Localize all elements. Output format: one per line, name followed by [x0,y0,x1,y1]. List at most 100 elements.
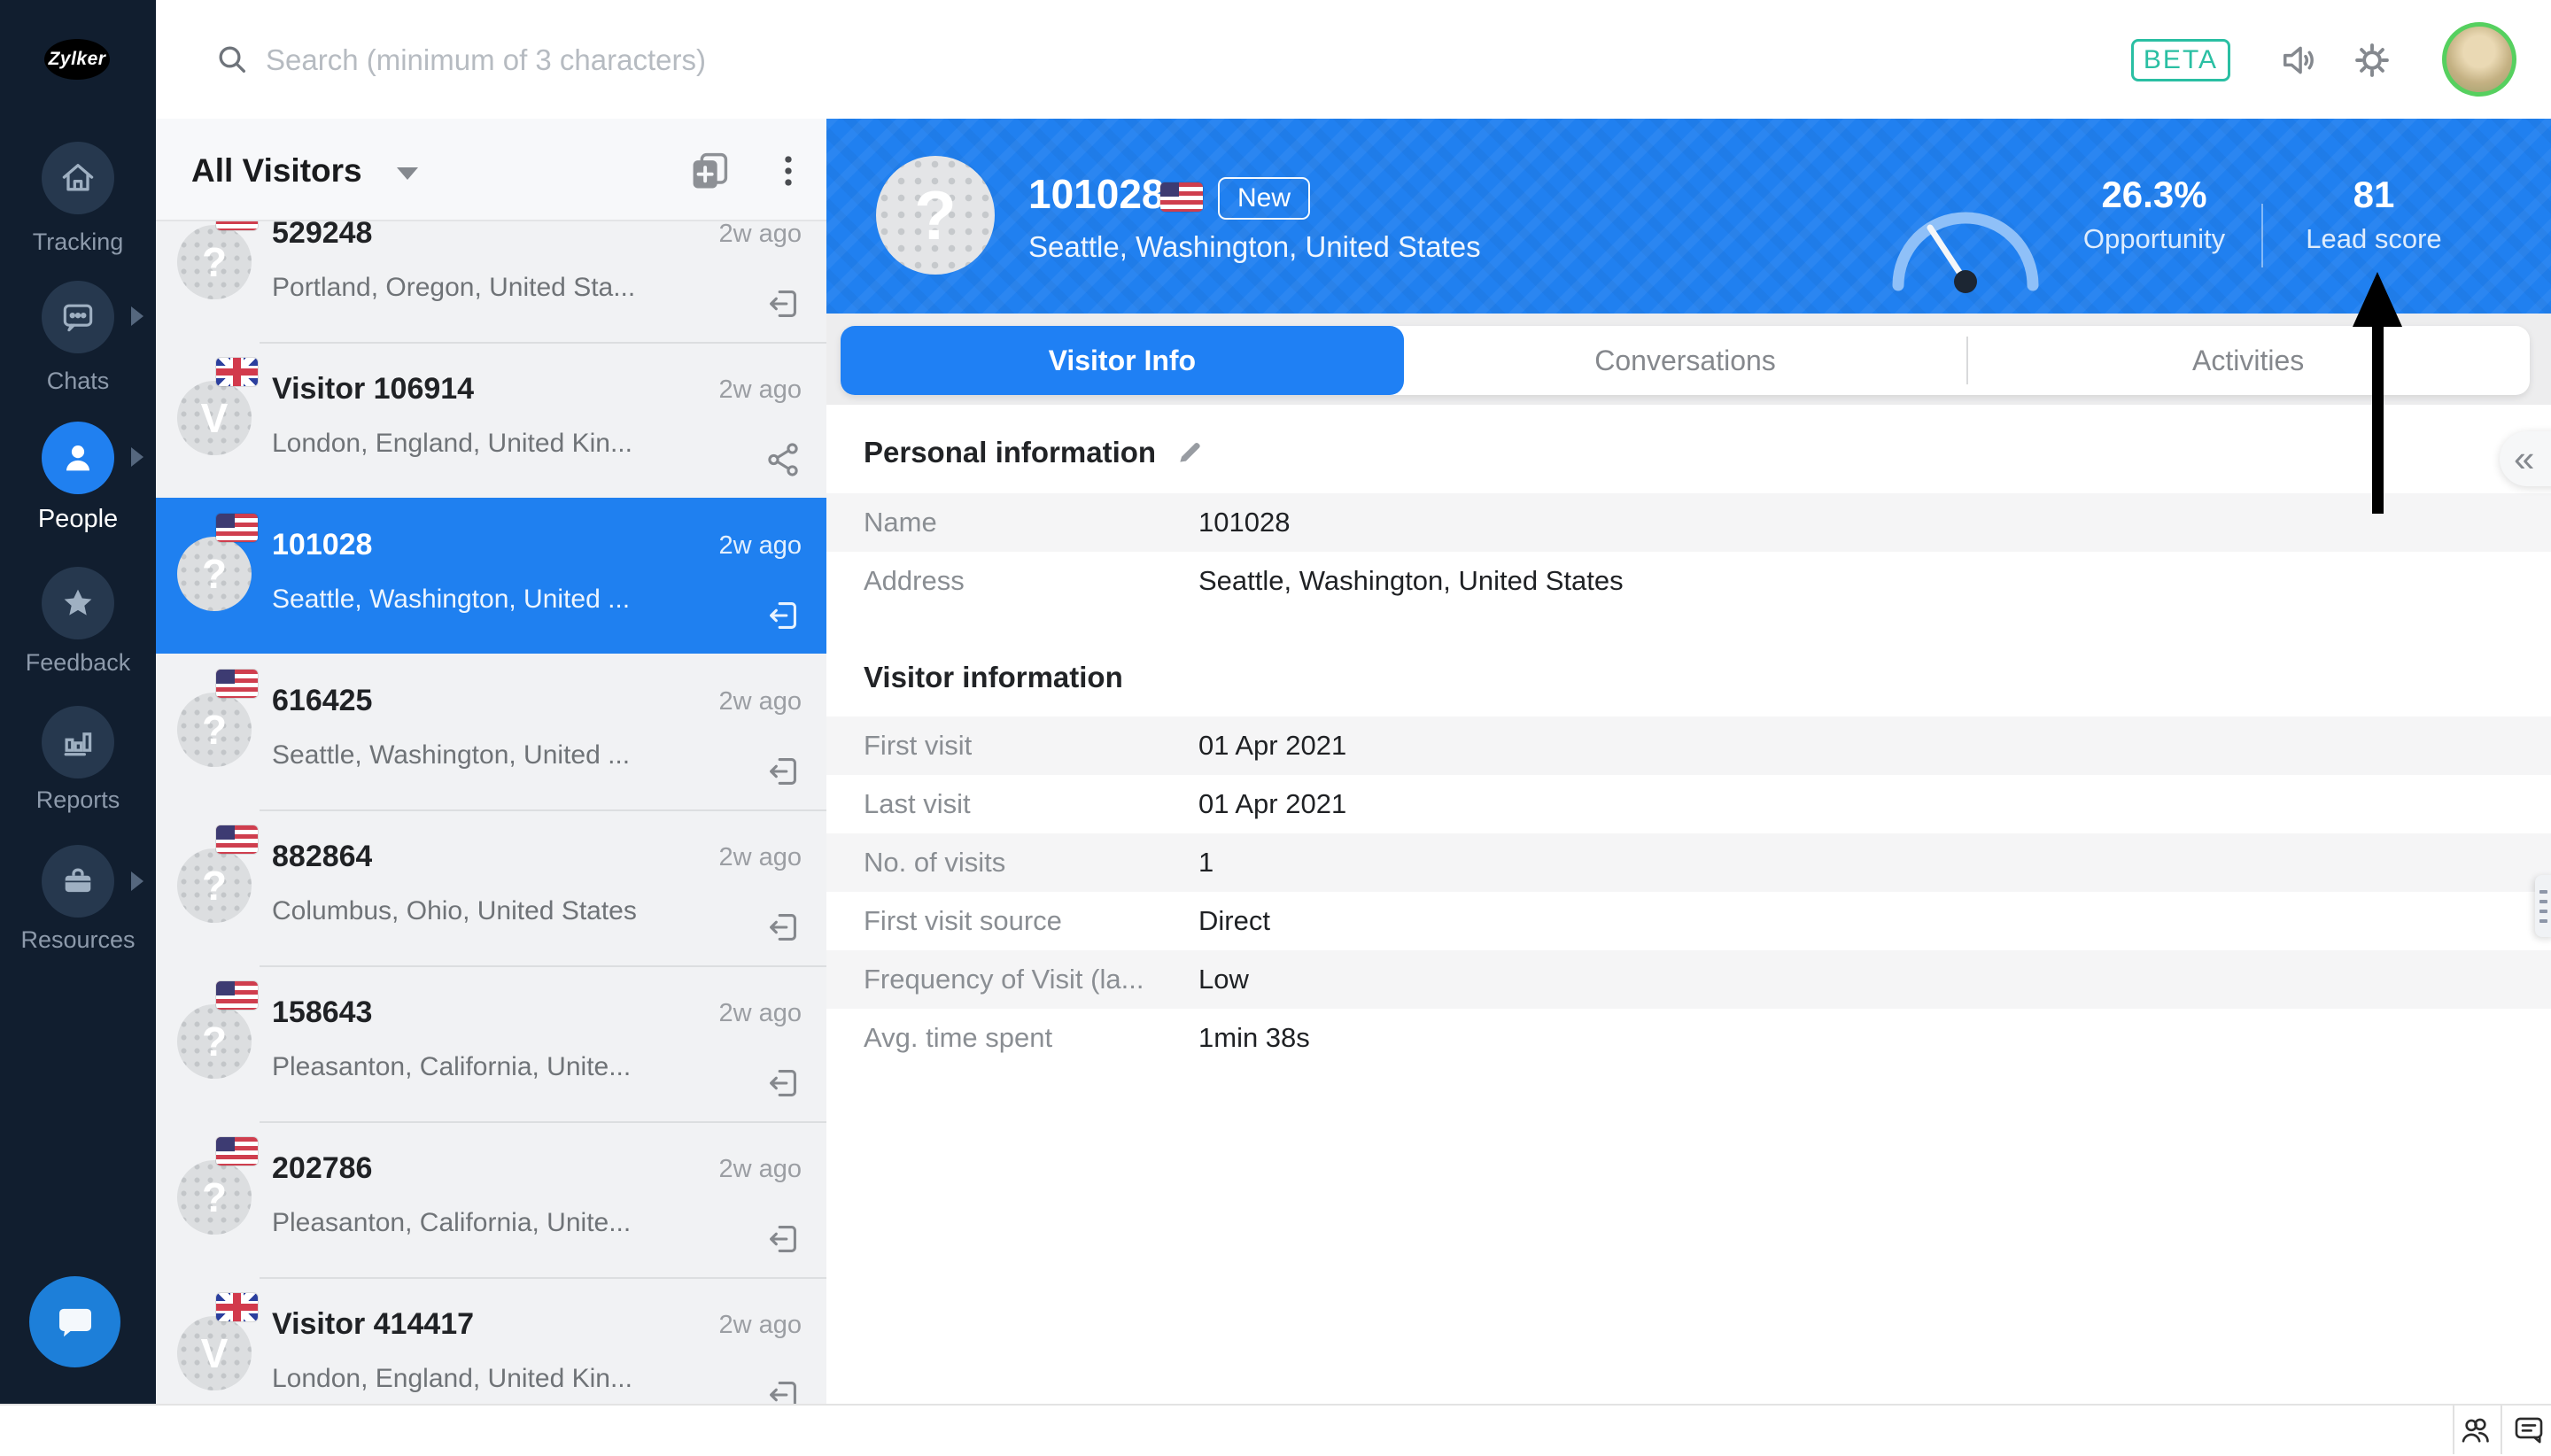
us-flag-icon [216,514,258,542]
visitor-list-title-dropdown[interactable]: All Visitors [191,152,362,190]
sound-button[interactable] [2276,37,2322,83]
drag-handle[interactable] [2535,875,2551,937]
share-icon[interactable] [763,439,803,480]
visitor-id-title: 101028 [1028,170,1165,218]
visitor-timestamp: 2w ago [718,843,802,872]
info-value: 01 Apr 2021 [1198,775,1346,833]
visitor-location: London, England, United Kin... [272,1364,632,1394]
info-row-first-visit: First visit 01 Apr 2021 [826,716,2551,775]
visitor-row[interactable]: V Visitor 106914 London, England, United… [156,342,826,498]
visitor-row[interactable]: V Visitor 414417 London, England, United… [156,1277,826,1404]
import-icon[interactable] [763,1063,803,1104]
double-chevron-left-icon: « [2514,438,2534,480]
visitor-location: London, England, United Kin... [272,429,632,459]
visitor-avatar: V [177,381,252,455]
visitor-row[interactable]: ? 202786 Pleasanton, California, Unite..… [156,1121,826,1277]
info-label: No. of visits [864,833,1005,892]
people-duo-icon [2457,1412,2496,1449]
visitor-timestamp: 2w ago [718,1155,802,1184]
tab-divider [1966,337,1968,384]
us-flag-icon [216,670,258,698]
import-icon[interactable] [763,1219,803,1259]
home-icon [58,159,97,197]
visitor-location: Pleasanton, California, Unite... [272,1208,631,1238]
feedback-chat-button[interactable] [2510,1411,2549,1450]
annotation-arrow-head [2353,272,2402,327]
settings-button[interactable] [2349,37,2395,83]
star-icon [58,584,97,623]
info-value: Direct [1198,892,1270,950]
info-label: Avg. time spent [864,1009,1052,1067]
info-value: 01 Apr 2021 [1198,716,1346,775]
copy-plus-icon[interactable] [686,148,733,194]
info-value: 101028 [1198,493,1290,552]
chevron-down-icon [397,167,418,180]
import-icon[interactable] [763,595,803,636]
us-flag-icon [216,1137,258,1166]
import-icon[interactable] [763,907,803,948]
sidebar-item-reports[interactable] [42,706,114,778]
info-row-frequency: Frequency of Visit (la... Low [826,950,2551,1009]
tab-bar: Visitor Info Conversations Activities [841,326,2530,395]
us-flag-icon [216,825,258,854]
visitor-location-subtitle: Seattle, Washington, United States [1028,230,1481,264]
chat-fab-button[interactable] [29,1276,120,1367]
speaker-icon [2276,37,2322,83]
online-visitors-button[interactable] [2457,1411,2496,1450]
import-icon[interactable] [763,283,803,324]
user-avatar[interactable] [2442,22,2516,97]
visitor-row[interactable]: ? 616425 Seattle, Washington, United ...… [156,654,826,809]
sidebar-label-reports: Reports [0,786,156,814]
kebab-menu-icon[interactable] [765,148,811,194]
tab-visitor-info[interactable]: Visitor Info [841,326,1404,395]
info-value: Low [1198,950,1249,1009]
collapse-panel-button[interactable]: « [2500,431,2551,486]
info-row-no-of-visits: No. of visits 1 [826,833,2551,892]
bottom-bar-divider [2501,1406,2502,1454]
visitor-row[interactable]: ? 158643 Pleasanton, California, Unite..… [156,965,826,1121]
visitor-timestamp: 2w ago [718,1311,802,1340]
visitor-avatar-large: ? [876,156,995,275]
visitor-row[interactable]: ? 882864 Columbus, Ohio, United States 2… [156,809,826,965]
bar-chart-icon [58,723,97,762]
tab-conversations[interactable]: Conversations [1404,326,1967,395]
import-icon[interactable] [763,1375,803,1404]
pencil-icon[interactable] [1175,438,1204,467]
search-input[interactable] [264,34,1242,87]
search-icon [214,42,250,77]
visitor-location: Columbus, Ohio, United States [272,896,637,926]
info-row-name: Name 101028 [826,493,2551,552]
sidebar-item-tracking[interactable] [42,142,114,214]
visitor-location: Seattle, Washington, United ... [272,585,630,615]
info-label: First visit source [864,892,1062,950]
chevron-right-icon [131,871,143,891]
chat-bubble-icon [58,298,97,337]
sidebar-item-chats[interactable] [42,281,114,353]
visitor-name: 202786 [272,1151,372,1186]
visitor-avatar: ? [177,1160,252,1235]
info-label: Last visit [864,775,971,833]
sidebar-item-resources[interactable] [42,845,114,918]
info-row-first-visit-source: First visit source Direct [826,892,2551,950]
info-row-last-visit: Last visit 01 Apr 2021 [826,775,2551,833]
top-bar: BETA [156,0,2551,119]
sidebar-item-feedback[interactable] [42,567,114,639]
visitor-timestamp: 2w ago [718,220,802,249]
visitor-avatar: ? [177,225,252,299]
info-label: First visit [864,716,972,775]
visitor-row-selected[interactable]: ? 101028 Seattle, Washington, United ...… [156,498,826,654]
visitor-location: Seattle, Washington, United ... [272,740,630,771]
briefcase-icon [58,862,97,901]
visitor-name: 158643 [272,995,372,1030]
nav-rail: Zylker Tracking Chats People [0,0,156,1404]
sidebar-label-people: People [0,505,156,534]
zylker-logo: Zylker [44,39,110,80]
visitor-avatar: ? [177,848,252,923]
chat-lines-icon [2510,1412,2549,1449]
import-icon[interactable] [763,751,803,792]
lead-score-label: Lead score [2241,223,2507,255]
uk-flag-icon [216,1293,258,1321]
chevron-right-icon [131,447,143,467]
tab-activities[interactable]: Activities [1966,326,2530,395]
sidebar-item-people[interactable] [42,422,114,494]
